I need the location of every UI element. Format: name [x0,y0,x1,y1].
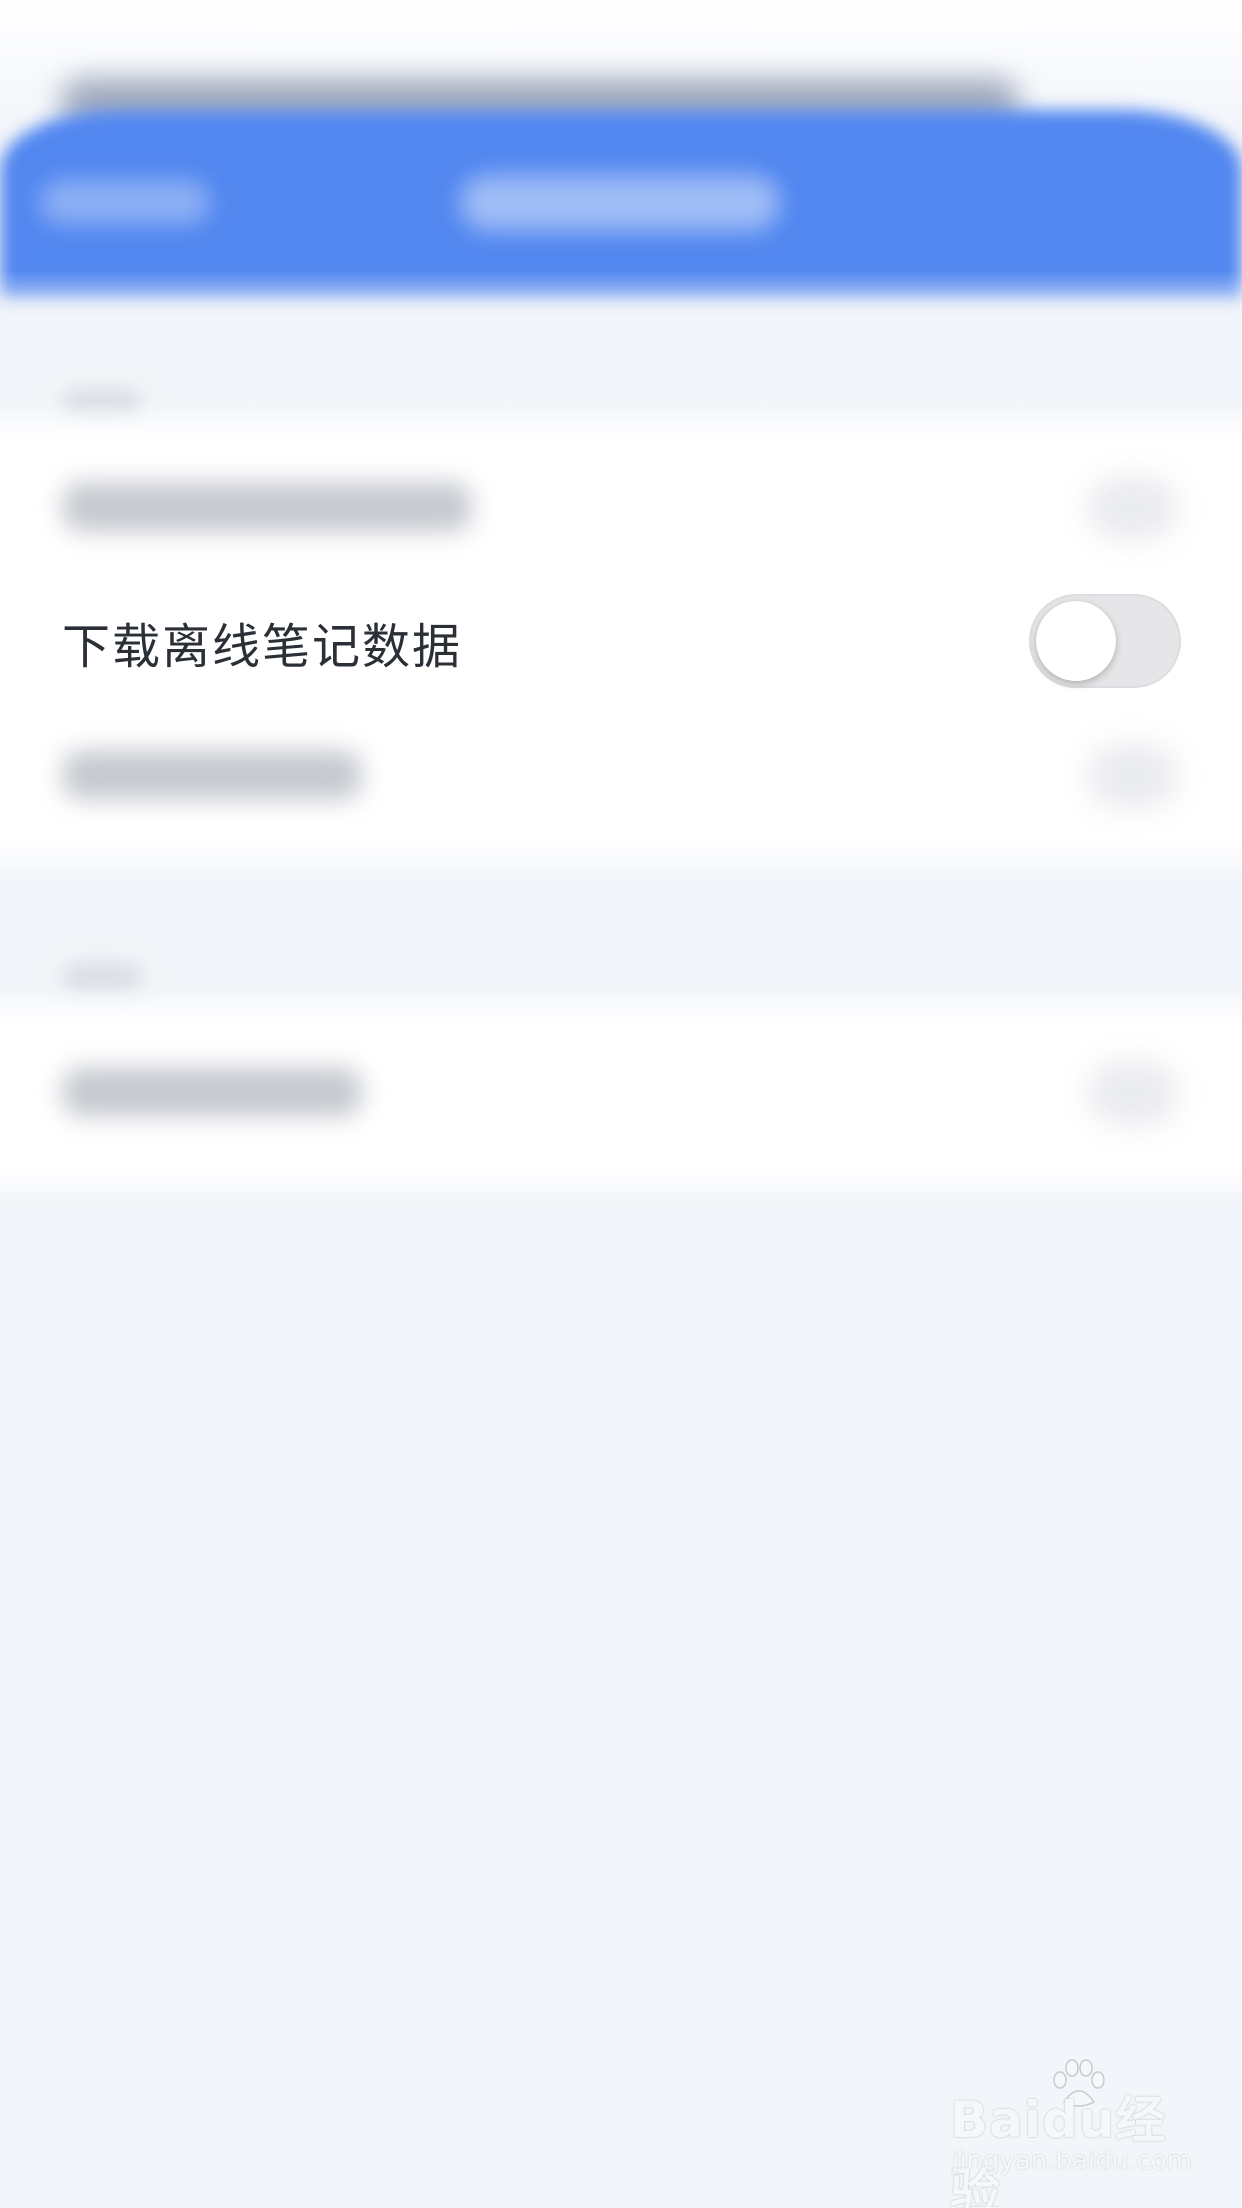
settings-screen: 下载离线笔记数据 Baidu经验 jingyan.baidu.com [0,0,1242,2208]
watermark-url: jingyan.baidu.com [952,2146,1192,2176]
watermark-logo: Baidu经验 [950,2091,1167,2208]
back-button[interactable] [40,180,210,224]
row-label-blurred [62,750,362,800]
settings-row-offline-notes[interactable]: 下载离线笔记数据 [0,574,1242,709]
row-label-blurred [62,1067,362,1117]
offline-notes-toggle[interactable] [1029,594,1181,688]
toggle-blurred[interactable] [1088,476,1178,540]
settings-row-blurred-2[interactable] [0,708,1242,843]
toggle-blurred[interactable] [1088,1061,1178,1125]
nav-bar-fade [0,270,1242,330]
card-fade-top [0,985,1242,1025]
offline-notes-label: 下载离线笔记数据 [62,618,463,675]
toggle-knob [1036,601,1116,681]
row-label-blurred [62,482,472,532]
page-title [460,175,780,231]
settings-row-blurred-1[interactable] [0,440,1242,575]
toggle-blurred[interactable] [1088,744,1178,808]
settings-row-blurred-3[interactable] [0,1025,1242,1160]
card-fade-bottom [0,1165,1242,1205]
baidu-jingyan-watermark: Baidu经验 jingyan.baidu.com [950,2059,1192,2208]
card-fade-bottom [0,840,1242,880]
settings-group-1: 下载离线笔记数据 [0,400,1242,880]
card-fade-top [0,400,1242,440]
settings-group-2 [0,985,1242,1205]
